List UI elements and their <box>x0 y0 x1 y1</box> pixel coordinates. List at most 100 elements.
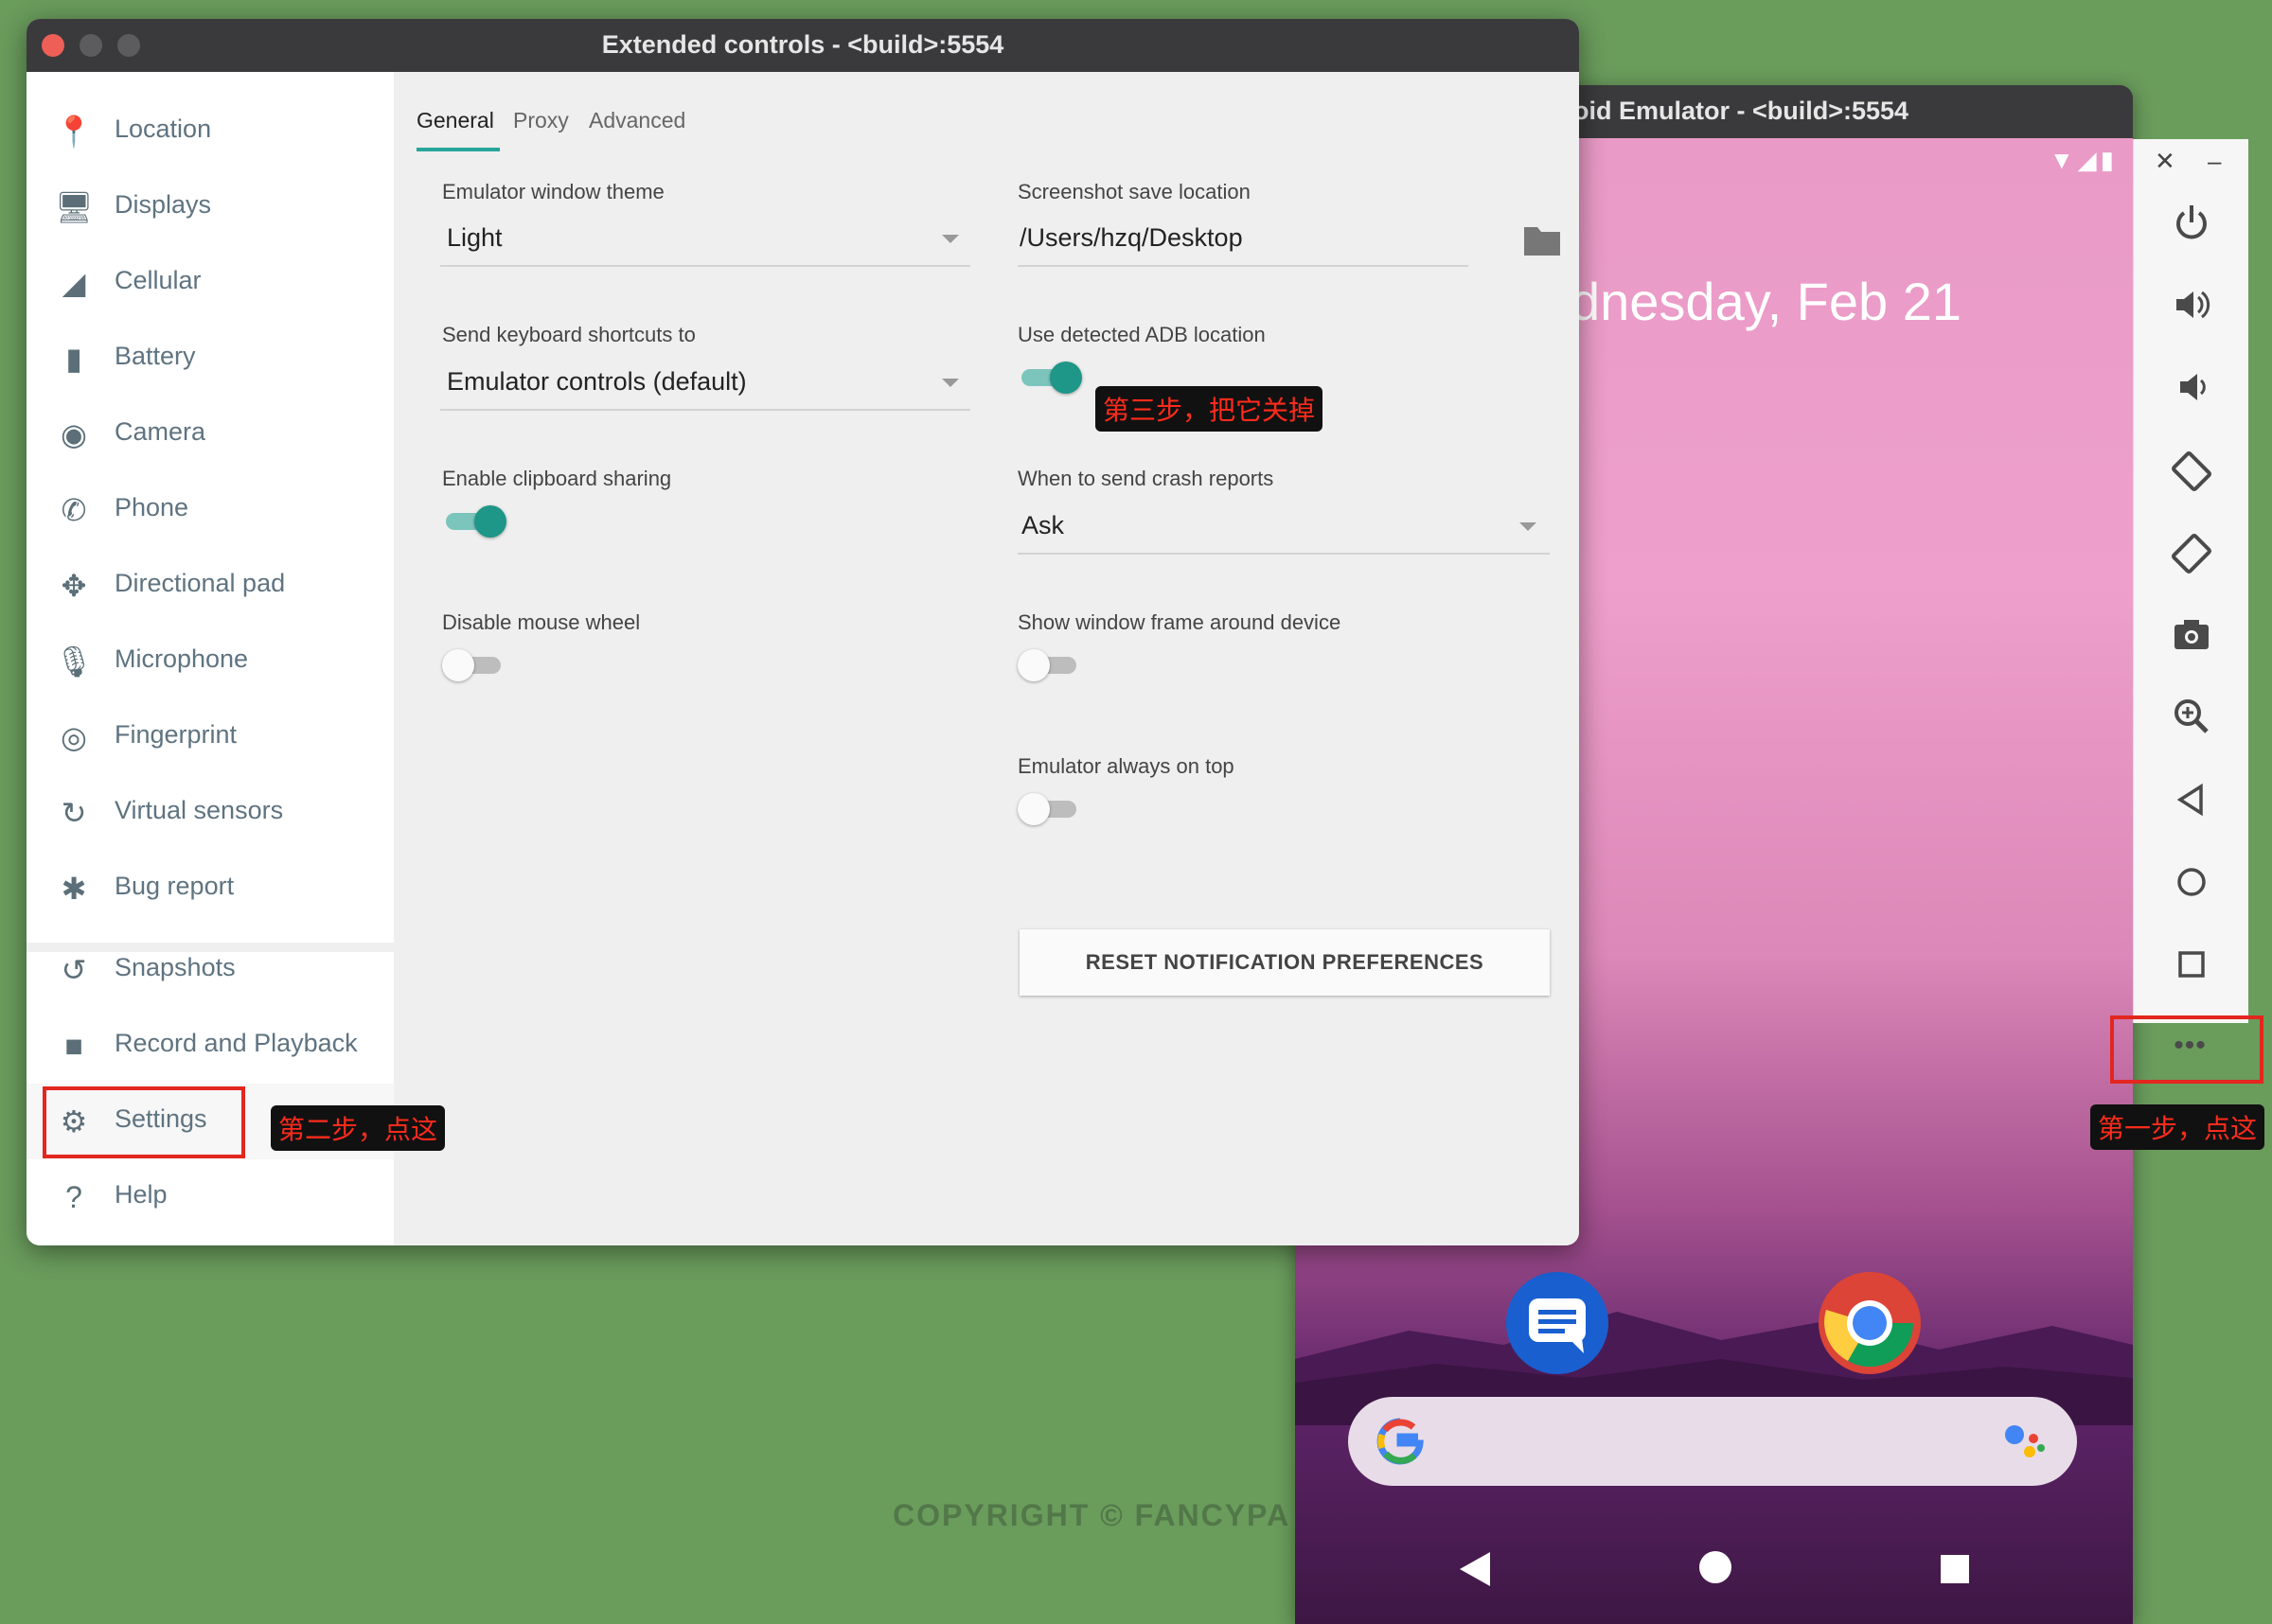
shortcuts-dropdown[interactable]: Emulator controls (default) <box>440 358 970 411</box>
adb-location-label: Use detected ADB location <box>1018 323 1266 346</box>
fingerprint-icon: ◎ <box>61 720 87 754</box>
theme-dropdown[interactable]: Light <box>440 214 970 267</box>
screenshot-location-label: Screenshot save location <box>1018 180 1251 203</box>
power-icon[interactable] <box>2134 202 2248 258</box>
back-icon[interactable] <box>2134 778 2248 835</box>
sidebar-item-phone[interactable]: ✆ Phone <box>27 472 394 548</box>
camera-screenshot-icon[interactable] <box>2134 613 2248 670</box>
emulator-title: oid Emulator - <build>:5554 <box>1573 97 1909 125</box>
cellular-signal-icon: ◢ <box>62 266 86 300</box>
sidebar-item-label: Camera <box>115 417 206 446</box>
tab-general[interactable]: General <box>417 108 494 133</box>
settings-highlight <box>43 1086 245 1158</box>
sidebar-item-record-playback[interactable]: ■ Record and Playback <box>27 1008 394 1084</box>
reset-notification-button[interactable]: RESET NOTIFICATION PREFERENCES <box>1020 929 1550 996</box>
sidebar-item-label: Cellular <box>115 266 202 294</box>
clipboard-toggle[interactable] <box>442 505 506 538</box>
chrome-app-icon[interactable] <box>1819 1272 1921 1374</box>
camera-aperture-icon: ◉ <box>61 417 87 451</box>
sidebar-item-label: Phone <box>115 493 189 521</box>
assistant-mic-icon[interactable] <box>2001 1418 2049 1465</box>
volume-down-icon[interactable] <box>2134 366 2248 423</box>
virtual-sensors-icon: ↻ <box>61 796 87 830</box>
adb-location-toggle[interactable] <box>1018 362 1082 394</box>
clipboard-label: Enable clipboard sharing <box>442 467 672 490</box>
screenshot-location-value: /Users/hzq/Desktop <box>1020 223 1243 252</box>
annotation-step3: 第三步，把它关掉 <box>1095 386 1323 432</box>
crash-reports-dropdown[interactable]: Ask <box>1018 502 1550 555</box>
chevron-down-icon <box>942 235 959 243</box>
sidebar-item-help[interactable]: ? Help <box>27 1159 394 1235</box>
bug-icon: ✱ <box>61 872 87 906</box>
rotate-right-icon[interactable] <box>2134 531 2248 588</box>
extended-controls-titlebar[interactable]: Extended controls - <build>:5554 <box>27 19 1579 72</box>
sidebar-item-label: Fingerprint <box>115 720 238 749</box>
field-underline <box>1018 265 1468 267</box>
mousewheel-toggle[interactable] <box>442 649 505 681</box>
tab-advanced[interactable]: Advanced <box>589 108 685 133</box>
close-icon[interactable]: ✕ <box>2155 147 2175 176</box>
home-icon[interactable] <box>2134 860 2248 917</box>
volume-up-icon[interactable] <box>2134 284 2248 341</box>
dropdown-underline <box>1018 553 1550 555</box>
sidebar-item-camera[interactable]: ◉ Camera <box>27 397 394 472</box>
sidebar-item-label: Directional pad <box>115 569 286 597</box>
nav-home-icon[interactable] <box>1696 1548 1734 1586</box>
sidebar-item-label: Displays <box>115 190 212 219</box>
shortcuts-value: Emulator controls (default) <box>447 367 747 396</box>
tab-proxy[interactable]: Proxy <box>513 108 569 133</box>
sidebar-item-label: Virtual sensors <box>115 796 284 824</box>
dropdown-underline <box>440 265 970 267</box>
folder-icon[interactable] <box>1522 223 1562 257</box>
sidebar-item-label: Record and Playback <box>115 1029 358 1057</box>
messages-app-icon[interactable] <box>1506 1272 1608 1374</box>
sidebar-item-displays[interactable]: 🖥 Displays <box>27 169 394 245</box>
sidebar-item-microphone[interactable]: 🎙 Microphone <box>27 624 394 699</box>
nav-back-icon[interactable] <box>1456 1548 1494 1590</box>
crash-reports-value: Ask <box>1021 511 1065 539</box>
sidebar-item-label: Microphone <box>115 644 249 673</box>
chevron-down-icon <box>942 379 959 387</box>
extended-controls-window: Extended controls - <build>:5554 📍 Locati… <box>27 19 1579 1245</box>
window-frame-toggle[interactable] <box>1018 649 1080 681</box>
rotate-left-icon[interactable] <box>2134 449 2248 505</box>
google-g-icon <box>1376 1418 1424 1465</box>
sidebar-item-directional-pad[interactable]: ✥ Directional pad <box>27 548 394 624</box>
theme-label: Emulator window theme <box>442 180 665 203</box>
annotation-step2: 第二步，点这 <box>271 1105 446 1151</box>
sidebar-item-virtual-sensors[interactable]: ↻ Virtual sensors <box>27 775 394 851</box>
microphone-icon: 🎙 <box>55 644 94 679</box>
theme-value: Light <box>447 223 503 252</box>
sidebar-item-battery[interactable]: ▮ Battery <box>27 321 394 397</box>
google-search-bar[interactable] <box>1348 1397 2077 1486</box>
extended-controls-title: Extended controls - <build>:5554 <box>601 30 1004 59</box>
help-icon: ? <box>65 1180 82 1214</box>
emulator-toolbar: ✕ – <box>2133 139 2248 1023</box>
always-on-top-toggle[interactable] <box>1018 793 1080 825</box>
mousewheel-label: Disable mouse wheel <box>442 610 641 634</box>
display-icon: 🖥 <box>55 190 94 224</box>
nav-recents-icon[interactable] <box>1939 1553 1971 1585</box>
overview-icon[interactable] <box>2134 943 2248 999</box>
sidebar-item-label: Location <box>115 115 212 143</box>
always-on-top-label: Emulator always on top <box>1018 754 1234 778</box>
sidebar-item-label: Bug report <box>115 872 235 900</box>
sidebar: 📍 Location 🖥 Displays ◢ Cellular ▮ Battery ◉… <box>27 72 394 1245</box>
sidebar-item-cellular[interactable]: ◢ Cellular <box>27 245 394 321</box>
sidebar-item-label: Battery <box>115 342 196 370</box>
more-options-icon[interactable]: ••• <box>2133 1030 2247 1062</box>
annotation-step1: 第一步，点这 <box>2090 1104 2265 1150</box>
screenshot-location-field[interactable]: /Users/hzq/Desktop <box>1018 214 1468 267</box>
window-frame-label: Show window frame around device <box>1018 610 1341 634</box>
sidebar-item-snapshots[interactable]: ↺ Snapshots <box>27 932 394 1008</box>
sidebar-item-bug-report[interactable]: ✱ Bug report <box>27 851 394 927</box>
copyright-watermark: COPYRIGHT © FANCYPA <box>893 1498 1291 1532</box>
minimize-icon[interactable]: – <box>2208 147 2221 176</box>
dropdown-underline <box>440 409 970 411</box>
active-tab-indicator <box>417 148 500 151</box>
sidebar-item-location[interactable]: 📍 Location <box>27 94 394 169</box>
status-bar-icons: ▼◢▮ <box>2049 146 2118 174</box>
zoom-icon[interactable] <box>2134 696 2248 752</box>
sidebar-item-fingerprint[interactable]: ◎ Fingerprint <box>27 699 394 775</box>
home-date-widget: dnesday, Feb 21 <box>1571 272 1962 331</box>
